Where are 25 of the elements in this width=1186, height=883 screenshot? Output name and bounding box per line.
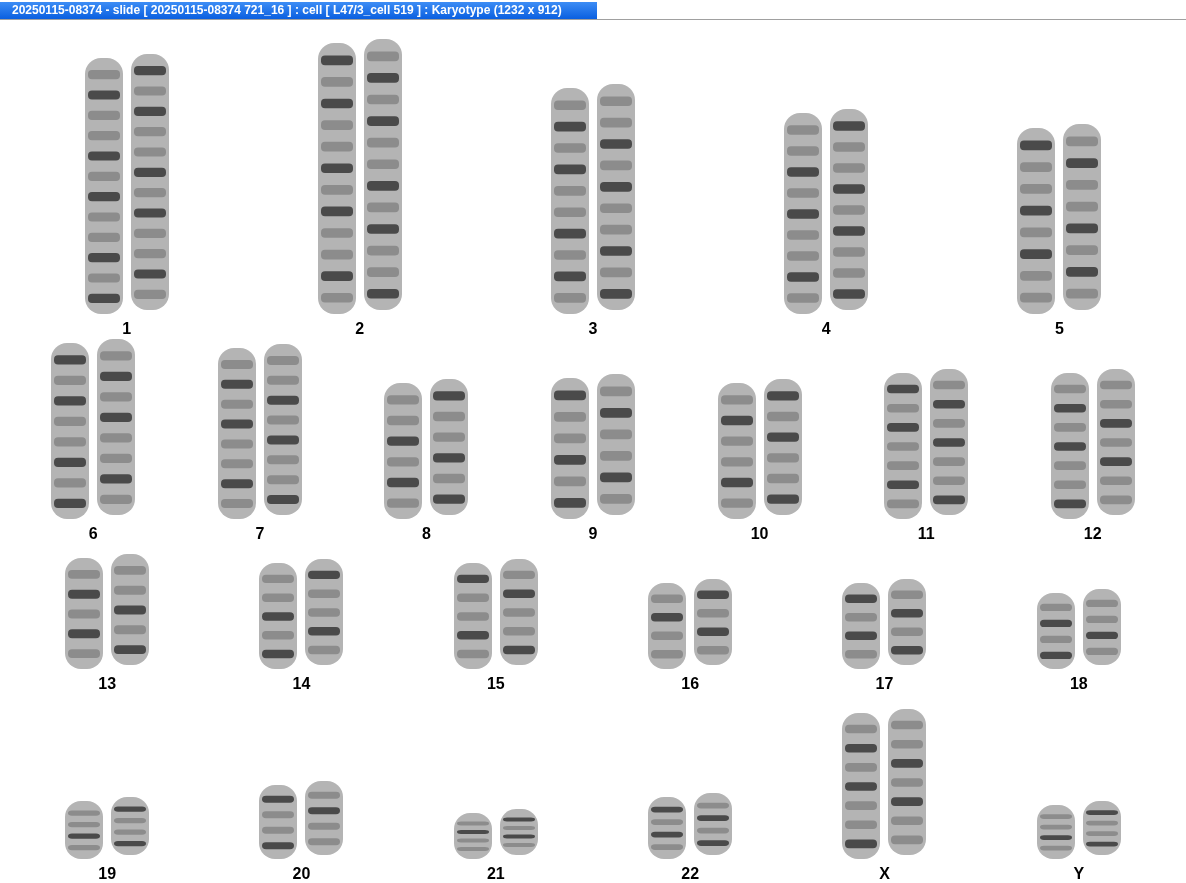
chromosome-label: 6 — [88, 525, 98, 543]
chromosome-label: 8 — [421, 525, 431, 543]
chromosome-label: 18 — [1069, 675, 1088, 693]
chromosome-label: 17 — [875, 675, 894, 693]
chromosome-label: 15 — [486, 675, 505, 693]
chromosome-label: 16 — [681, 675, 700, 693]
chromosome-label: 7 — [255, 525, 265, 543]
chromosome-label: 2 — [355, 320, 365, 338]
chromosome-label: 13 — [98, 675, 117, 693]
chromosome-label: 14 — [292, 675, 311, 693]
chromosome-label: 20 — [292, 865, 311, 883]
window-title: 20250115-08374 - slide [ 20250115-08374 721_16 ] : cell [ L47/3_cell 519 ] : Karyotype (1232 x 912) — [0, 2, 597, 19]
chromosome-label: 21 — [486, 865, 505, 883]
chromosome-label: 19 — [98, 865, 117, 883]
chromosome-label: 1 — [122, 320, 132, 338]
chromosome-label: 9 — [588, 525, 598, 543]
chromosome-label: 12 — [1083, 525, 1102, 543]
chromosome-label: 4 — [821, 320, 831, 338]
chromosome-label: X — [879, 865, 890, 883]
chromosome-label: Y — [1073, 865, 1085, 883]
chromosome-label: 3 — [588, 320, 598, 338]
chromosome-label: 5 — [1054, 320, 1064, 338]
chromosome-label: 10 — [750, 525, 769, 543]
chromosome-label: 11 — [917, 525, 935, 543]
chromosome-label: 22 — [681, 865, 700, 883]
